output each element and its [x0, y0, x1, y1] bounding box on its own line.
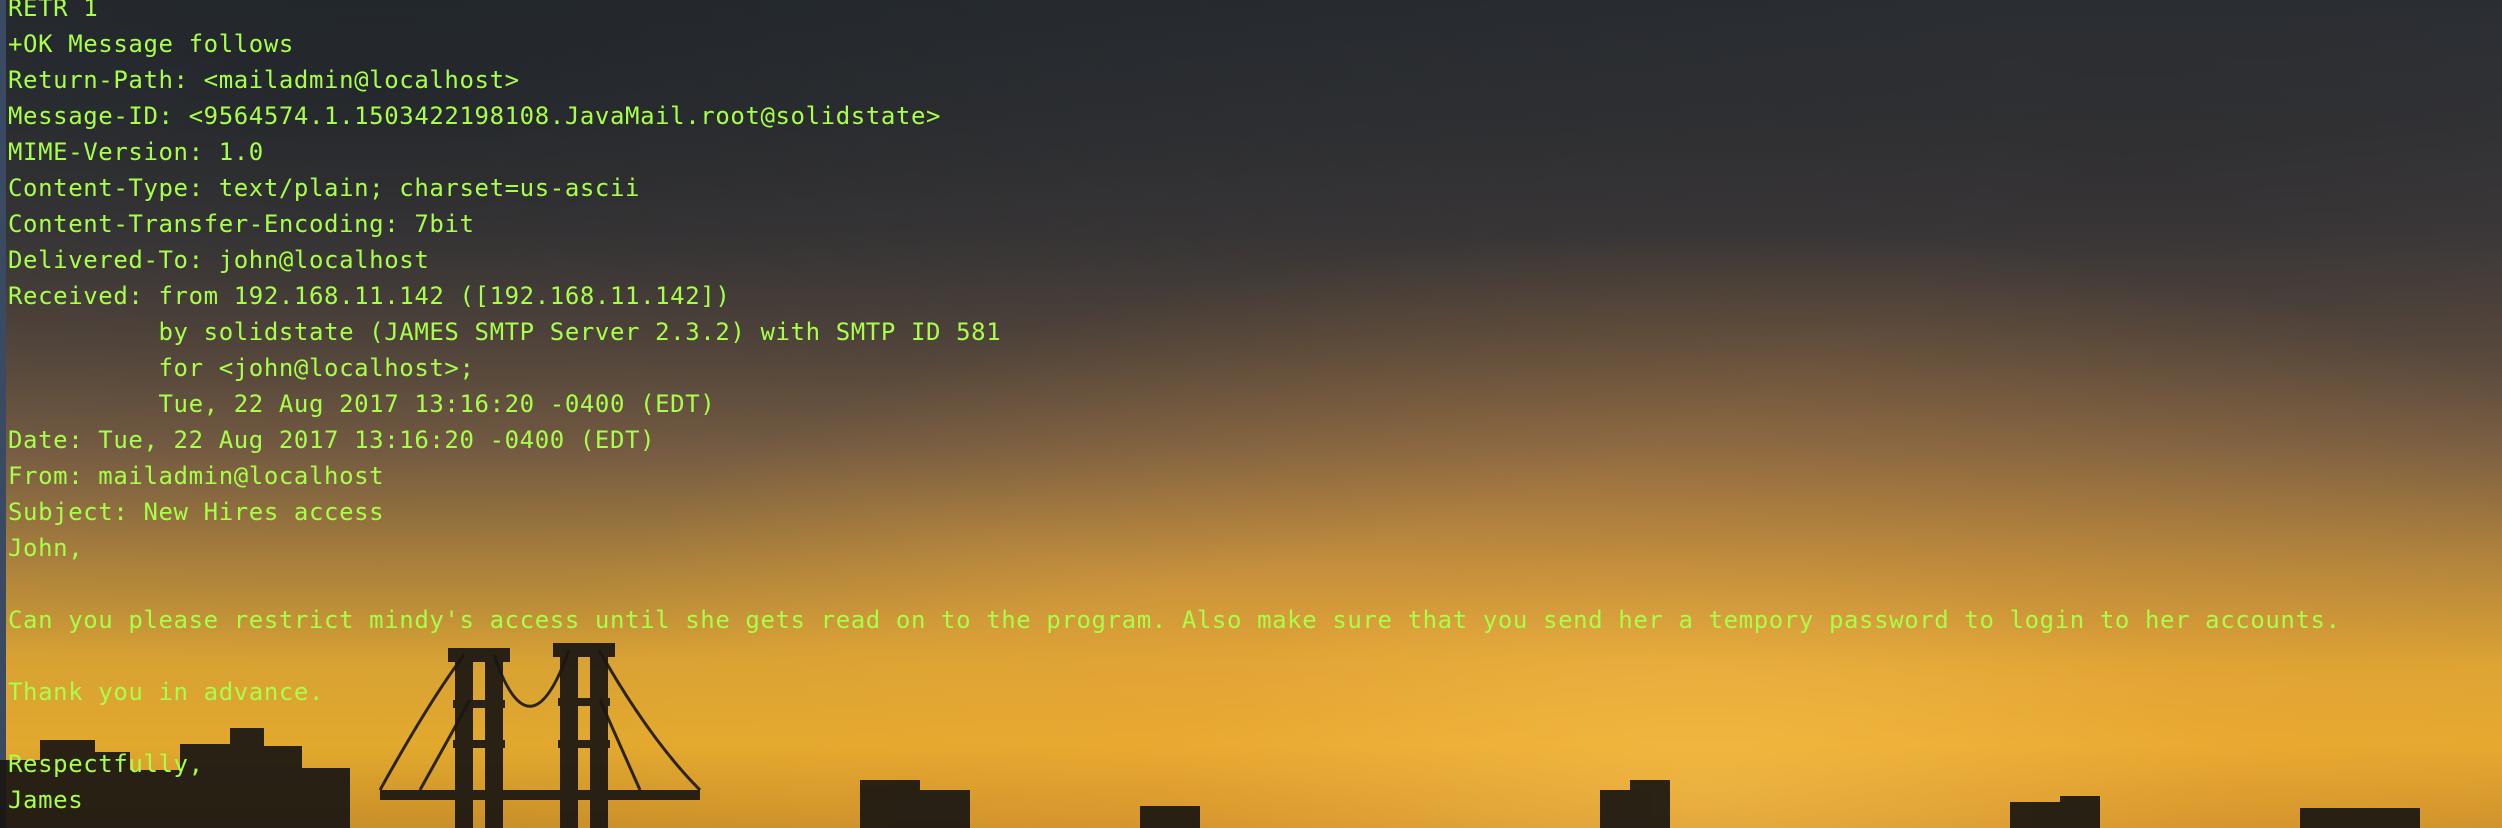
header-delivered-to: Delivered-To: john@localhost — [8, 246, 430, 274]
terminal-output: RETR 1 +OK Message follows Return-Path: <m… — [8, 0, 2341, 818]
header-received-by: by solidstate (JAMES SMTP Server 2.3.2) … — [8, 318, 1002, 346]
body-thanks: Thank you in advance. — [8, 678, 325, 706]
body-blank-line — [8, 638, 2341, 674]
terminal-line-ok: +OK Message follows — [8, 30, 294, 58]
header-return-path: Return-Path: <mailadmin@localhost> — [8, 66, 520, 94]
body-blank-line — [8, 566, 2341, 602]
terminal-line-command: RETR 1 — [8, 0, 99, 22]
header-message-id: Message-ID: <9564574.1.1503422198108.Jav… — [8, 102, 942, 130]
header-received-for: for <john@localhost>; — [8, 354, 475, 382]
header-content-type: Content-Type: text/plain; charset=us-asc… — [8, 174, 641, 202]
header-content-transfer-encoding: Content-Transfer-Encoding: 7bit — [8, 210, 475, 238]
body-signoff: Respectfully, — [8, 750, 204, 778]
body-message: Can you please restrict mindy's access u… — [8, 606, 2341, 634]
body-greeting: John, — [8, 534, 84, 562]
header-received-date: Tue, 22 Aug 2017 13:16:20 -0400 (EDT) — [8, 390, 716, 418]
header-subject: Subject: New Hires access — [8, 498, 385, 526]
header-mime-version: MIME-Version: 1.0 — [8, 138, 264, 166]
body-signature: James — [8, 786, 84, 814]
header-received: Received: from 192.168.11.142 ([192.168.… — [8, 282, 731, 310]
body-blank-line — [8, 710, 2341, 746]
header-from: From: mailadmin@localhost — [8, 462, 385, 490]
header-date: Date: Tue, 22 Aug 2017 13:16:20 -0400 (E… — [8, 426, 656, 454]
